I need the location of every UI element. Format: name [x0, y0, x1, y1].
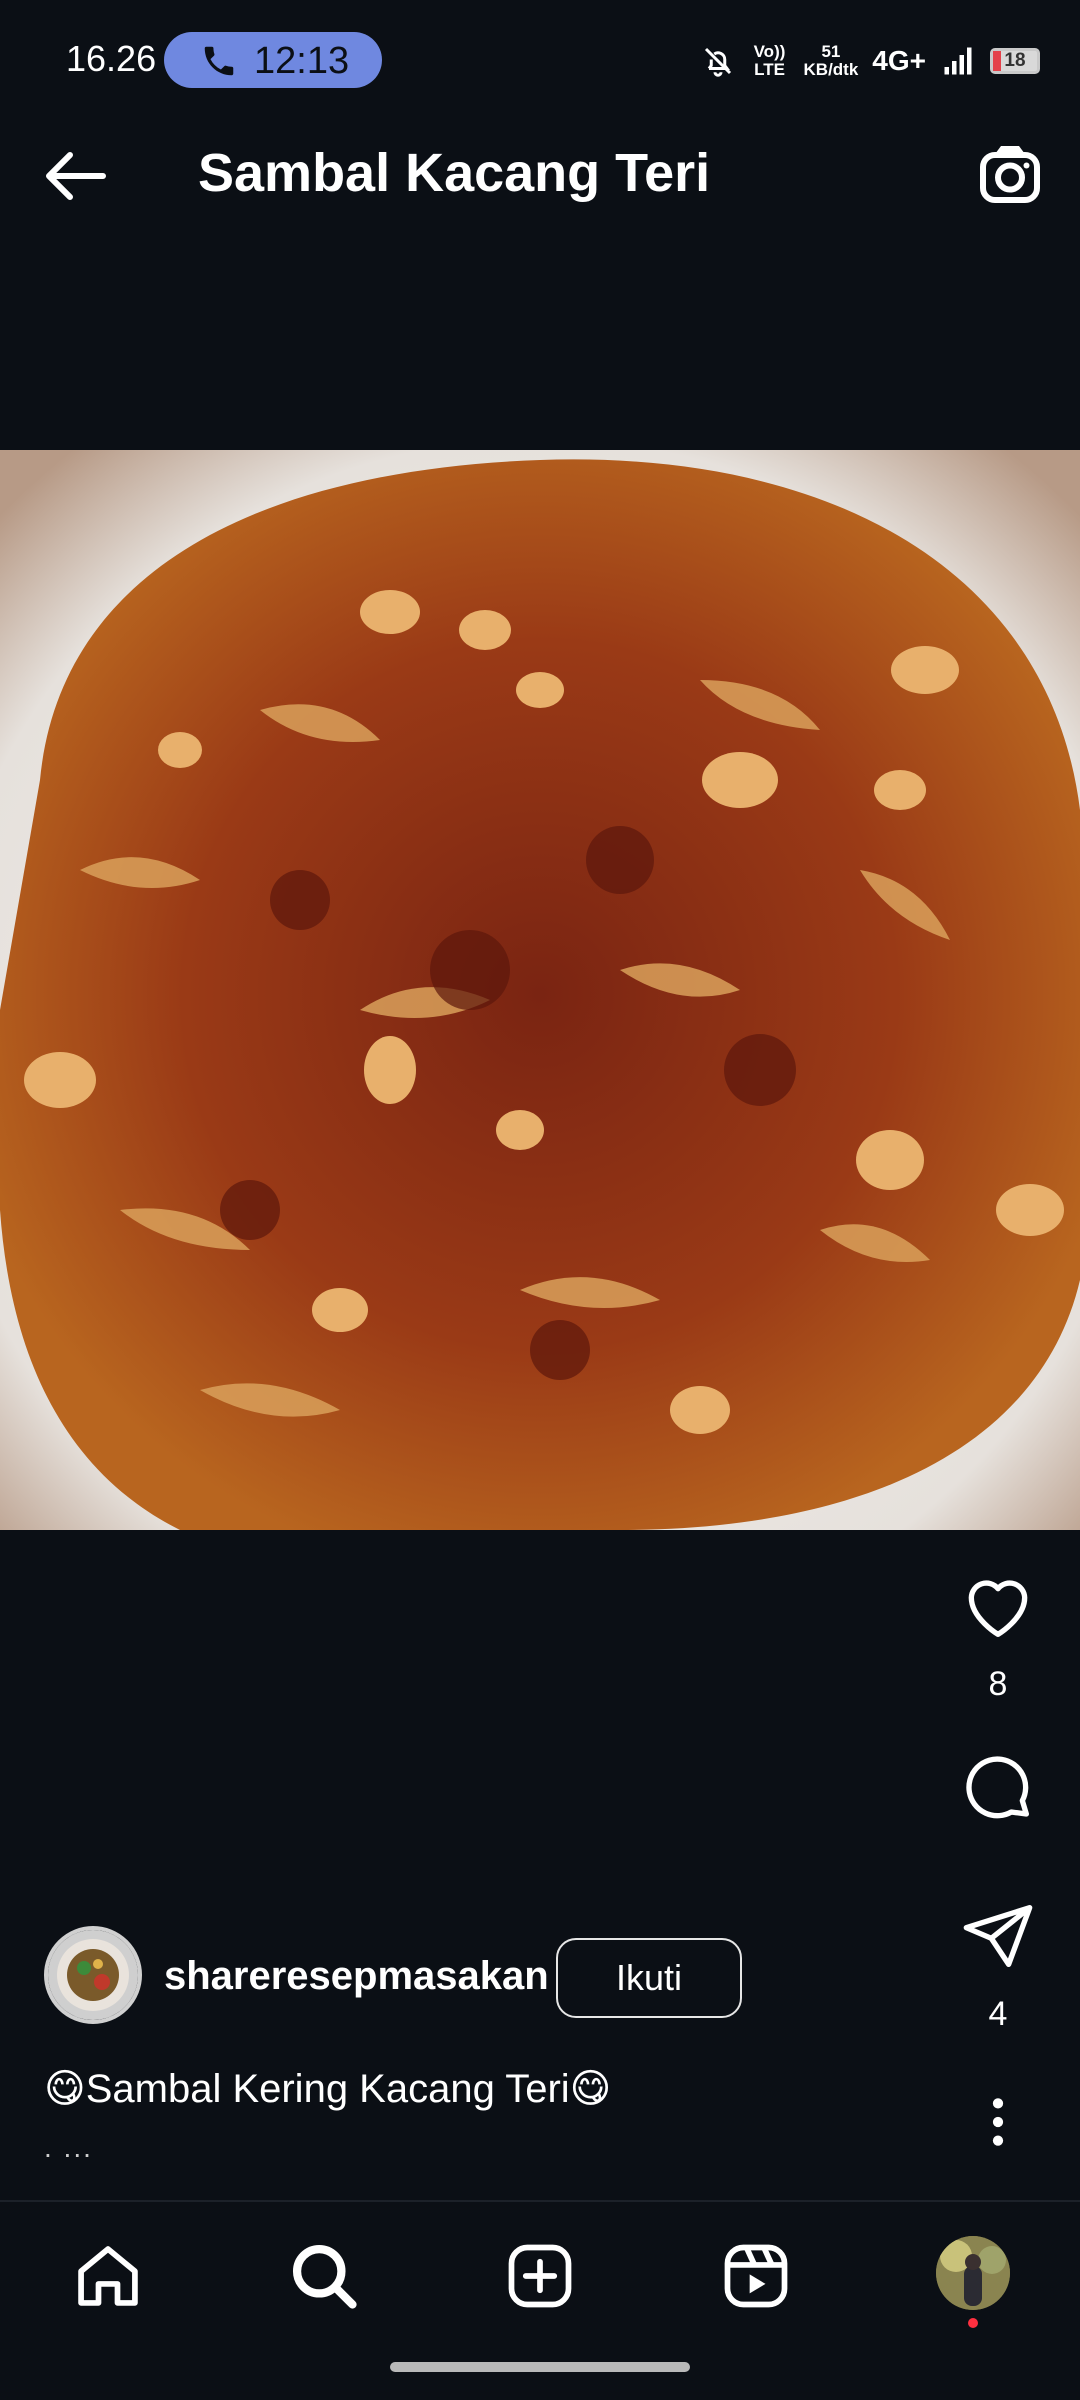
author-avatar[interactable]: [44, 1926, 142, 2024]
add-icon[interactable]: [502, 2238, 578, 2314]
reels-icon[interactable]: [718, 2238, 794, 2314]
call-duration: 12:13: [254, 40, 350, 82]
status-time: 16.26: [66, 38, 157, 79]
volte-indicator: Vo)) LTE: [753, 42, 786, 79]
phone-icon: [204, 46, 234, 76]
author-username[interactable]: shareresepmasakan: [164, 1954, 549, 1999]
search-icon[interactable]: [286, 2238, 362, 2314]
share-action[interactable]: 4: [954, 1896, 1042, 2034]
arrow-left-icon[interactable]: [40, 140, 112, 212]
ongoing-call-chip[interactable]: 12:13: [164, 32, 382, 88]
notification-dot: [968, 2318, 978, 2328]
share-count[interactable]: 4: [954, 1995, 1042, 2034]
mute-bell-icon: [704, 47, 731, 77]
battery-level: 18: [1004, 50, 1026, 71]
author-row: shareresepmasakan Ikuti: [44, 1926, 904, 2026]
avatar-image: [48, 1930, 138, 2020]
home-icon[interactable]: [70, 2238, 146, 2314]
status-bar: 16.26 12:13 Vo)) LTE 51 KB/dtk 4G+ 18: [0, 0, 1080, 120]
food-photo-illustration: [0, 450, 1080, 1530]
comment-action[interactable]: [954, 1748, 1042, 1833]
signal-icon: [944, 47, 972, 75]
send-icon[interactable]: [958, 1896, 1038, 1976]
network-speed-value: 51: [821, 42, 841, 61]
battery-icon: 18: [990, 48, 1040, 74]
post-photo[interactable]: [0, 450, 1080, 1530]
heart-icon[interactable]: [958, 1566, 1038, 1646]
profile-avatar[interactable]: [936, 2236, 1010, 2310]
network-speed: 51 KB/dtk: [804, 43, 859, 79]
like-count[interactable]: 8: [954, 1665, 1042, 1704]
page-title: Sambal Kacang Teri: [198, 143, 711, 203]
network-type: 4G+: [872, 45, 926, 76]
caption-more[interactable]: . ...: [44, 2132, 93, 2164]
camera-icon[interactable]: [974, 140, 1046, 212]
like-action[interactable]: 8: [954, 1566, 1042, 1704]
more-vertical-icon[interactable]: [978, 2094, 1018, 2150]
status-icons: Vo)) LTE 51 KB/dtk 4G+ 18: [700, 36, 1040, 86]
profile-photo: [936, 2236, 1010, 2310]
gesture-home-indicator[interactable]: [390, 2362, 690, 2372]
post-caption[interactable]: 😋Sambal Kering Kacang Teri😋: [44, 2066, 611, 2112]
app-bar: Sambal Kacang Teri: [0, 120, 1080, 230]
network-speed-unit: KB/dtk: [803, 60, 859, 79]
comment-icon[interactable]: [958, 1748, 1038, 1828]
follow-button[interactable]: Ikuti: [556, 1938, 742, 2018]
